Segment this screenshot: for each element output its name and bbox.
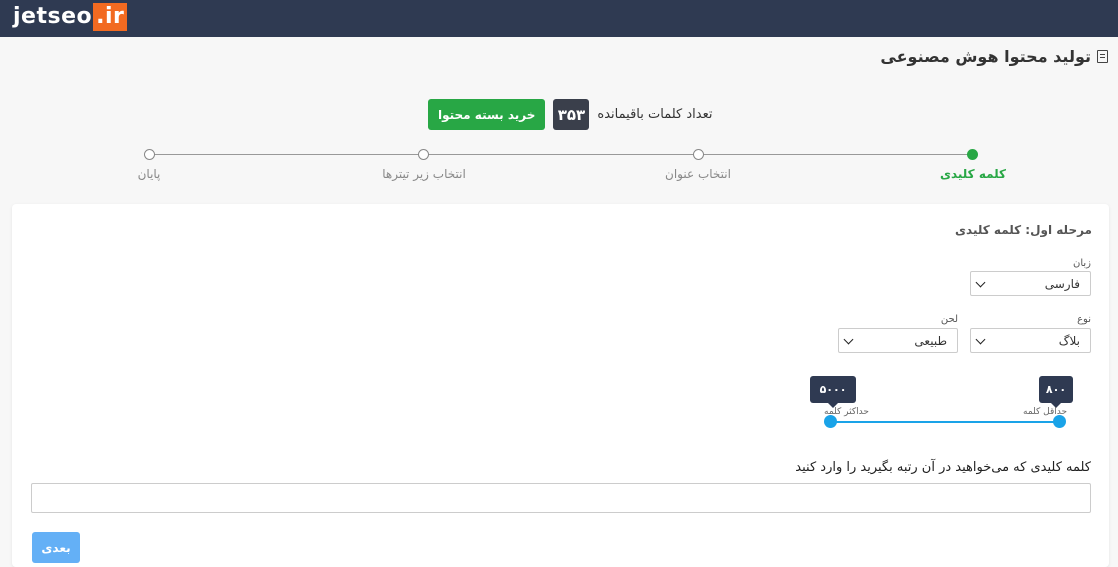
type-label: نوع (1077, 314, 1091, 325)
language-label: زبان (1072, 258, 1091, 269)
min-words-tooltip: ۸۰۰ (1039, 376, 1073, 408)
step-label-keyword[interactable]: کلمه کلیدی (940, 167, 1006, 181)
type-select[interactable]: بلاگ (970, 328, 1091, 353)
step-label-title[interactable]: انتخاب عنوان (665, 167, 731, 181)
stepper-line (149, 154, 973, 155)
step-dot-subheadings (418, 149, 429, 160)
credits-bar: تعداد کلمات باقیمانده ۳۵۳ خرید بسته محتو… (428, 99, 712, 130)
tone-label: لحن (940, 314, 958, 325)
credits-label: تعداد کلمات باقیمانده (597, 107, 713, 122)
buy-package-button[interactable]: خرید بسته محتوا (428, 99, 546, 130)
step-dot-keyword (967, 149, 978, 160)
step-dot-end (144, 149, 155, 160)
credits-count: ۳۵۳ (553, 99, 590, 130)
next-button[interactable]: بعدی (32, 532, 80, 563)
chevron-down-icon (975, 334, 986, 344)
logo[interactable]: jetseo .ir (13, 3, 128, 31)
section-title: مرحله اول: کلمه کلیدی (955, 223, 1092, 237)
language-value: فارسی (1044, 276, 1080, 291)
tone-select[interactable]: طبیعی (838, 328, 958, 353)
logo-text: jetseo (13, 4, 93, 29)
type-value: بلاگ (1058, 333, 1080, 348)
step-label-end[interactable]: پایان (138, 167, 161, 181)
language-select[interactable]: فارسی (970, 271, 1091, 296)
stepper: کلمه کلیدی انتخاب عنوان انتخاب زیر تیتره… (0, 140, 1118, 185)
step-dot-title (693, 149, 704, 160)
chevron-down-icon (975, 277, 986, 287)
logo-highlight: .ir (93, 3, 128, 31)
book-icon (1097, 49, 1108, 63)
keyword-input[interactable] (31, 483, 1091, 513)
step-label-subheadings[interactable]: انتخاب زیر تیترها (382, 167, 466, 181)
word-range-track[interactable] (830, 421, 1060, 423)
max-words-handle[interactable] (824, 415, 837, 428)
min-words-handle[interactable] (1053, 415, 1066, 428)
top-bar: jetseo .ir (0, 0, 1118, 37)
chevron-down-icon (843, 334, 854, 344)
page-title: تولید محتوا هوش مصنوعی (880, 44, 1108, 68)
page-title-text: تولید محتوا هوش مصنوعی (880, 46, 1091, 66)
keyword-label: کلمه کلیدی که می‌خواهید در آن رتبه بگیری… (795, 460, 1091, 475)
tone-value: طبیعی (914, 333, 947, 348)
form-card: مرحله اول: کلمه کلیدی زبان فارسی نوع بلا… (12, 204, 1109, 567)
max-words-tooltip: ۵۰۰۰ (810, 376, 856, 408)
